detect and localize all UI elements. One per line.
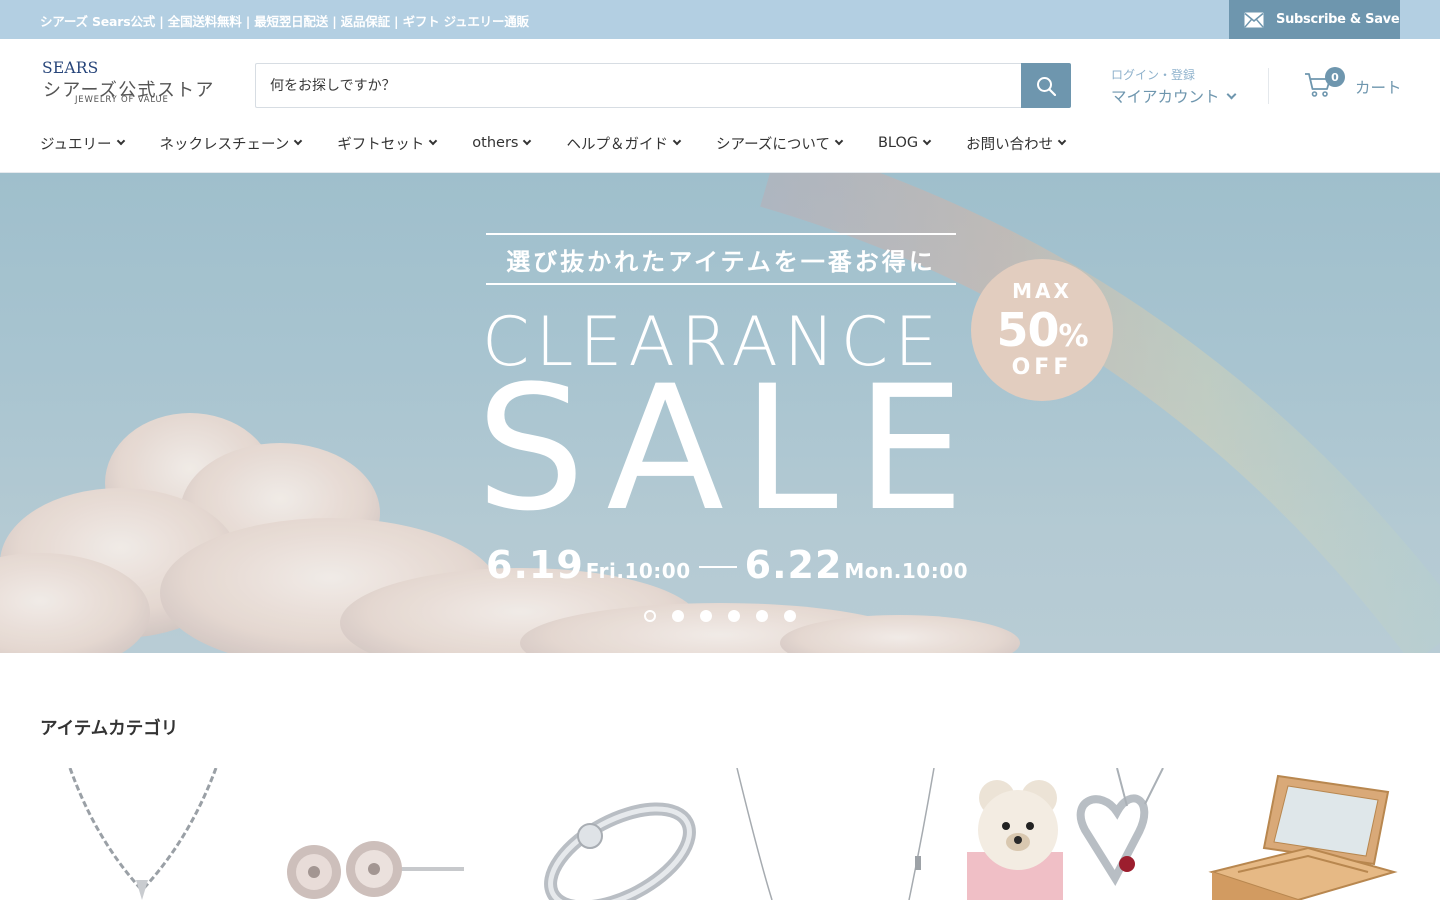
logo-brand: SEARS xyxy=(42,59,99,77)
slide-dot[interactable] xyxy=(784,610,796,622)
nav-label: ギフトセット xyxy=(337,136,425,153)
chevron-down-icon xyxy=(116,136,125,146)
badge-percent-value: 50 xyxy=(996,303,1059,357)
search-button[interactable] xyxy=(1021,63,1071,108)
date-separator xyxy=(698,566,737,568)
nav-item-jewelry[interactable]: ジュエリー xyxy=(40,130,125,156)
chevron-down-icon xyxy=(922,136,932,146)
slide-dot[interactable] xyxy=(728,610,740,622)
nav-item-gift-set[interactable]: ギフトセット xyxy=(337,130,438,156)
main-nav: ジュエリー ネックレスチェーン ギフトセット others ヘルプ＆ガイド シア… xyxy=(40,130,1101,156)
nav-label: お問い合わせ xyxy=(966,136,1054,153)
end-time: Mon.10:00 xyxy=(844,559,969,583)
search-input[interactable] xyxy=(255,63,1022,108)
mail-icon xyxy=(1244,12,1264,27)
chevron-down-icon xyxy=(294,136,303,146)
slide-dot[interactable] xyxy=(756,610,768,622)
nav-label: BLOG xyxy=(877,135,919,151)
cart-label: カート xyxy=(1355,79,1402,97)
announcement-bar: シアーズ Sears公式 | 全国送料無料 | 最短翌日配送 | 返品保証 | … xyxy=(0,0,1440,39)
subscribe-label: Subscribe & Save xyxy=(1276,12,1400,27)
category-earrings[interactable] xyxy=(276,768,478,900)
nav-item-blog[interactable]: BLOG xyxy=(877,130,932,156)
start-date: 6.19 xyxy=(486,543,584,587)
chevron-down-icon xyxy=(834,136,844,146)
category-jewelry-box[interactable] xyxy=(1198,768,1400,900)
hero-sale: SALE xyxy=(476,348,983,549)
earrings-image xyxy=(287,841,464,899)
start-time: Fri.10:00 xyxy=(585,559,691,583)
hero-tagline-text: 選び抜かれたアイテムを一番お得に xyxy=(506,247,936,276)
hero-dates: 6.19 Fri.10:00 6.22 Mon.10:00 xyxy=(486,543,968,587)
login-register-link[interactable]: ログイン・登録 xyxy=(1111,66,1195,83)
chevron-down-icon xyxy=(672,136,682,146)
nav-item-contact[interactable]: お問い合わせ xyxy=(966,130,1067,156)
announcement-text: シアーズ Sears公式 | 全国送料無料 | 最短翌日配送 | 返品保証 | … xyxy=(40,14,529,29)
nav-label: ヘルプ＆ガイド xyxy=(566,136,668,153)
hero-tagline: 選び抜かれたアイテムを一番お得に xyxy=(486,233,956,285)
nav-item-necklace-chain[interactable]: ネックレスチェーン xyxy=(159,130,303,156)
nav-label: シアーズについて xyxy=(715,136,830,153)
jewelry-box-image xyxy=(1208,774,1398,900)
cart-count-badge: 0 xyxy=(1325,67,1345,87)
slide-dot[interactable] xyxy=(700,610,712,622)
search-bar xyxy=(255,63,1071,108)
nav-label: ネックレスチェーン xyxy=(159,136,290,153)
category-ring[interactable] xyxy=(512,768,714,900)
chevron-down-icon xyxy=(429,136,438,146)
slideshow-dots xyxy=(644,610,812,622)
chevron-down-icon xyxy=(1226,89,1236,99)
gift-set-image xyxy=(967,768,1164,900)
ring-image xyxy=(544,802,696,900)
category-gift-set[interactable] xyxy=(967,768,1169,900)
nav-item-help-guide[interactable]: ヘルプ＆ガイド xyxy=(566,130,682,156)
nav-item-others[interactable]: others xyxy=(472,130,532,156)
store-logo[interactable]: SEARS シアーズ公式ストア JEWELRY OF VALUE xyxy=(41,59,221,109)
nav-label: ジュエリー xyxy=(40,136,112,153)
chevron-down-icon xyxy=(523,136,532,146)
slide-dot[interactable] xyxy=(672,610,684,622)
hero-slideshow[interactable]: 選び抜かれたアイテムを一番お得に CLEARANCE SALE 6.19 Fri… xyxy=(0,173,1440,653)
end-date: 6.22 xyxy=(744,543,843,587)
badge-off: OFF xyxy=(1011,355,1073,380)
chain-image xyxy=(736,768,935,900)
header-divider xyxy=(1268,68,1269,104)
category-section-title: アイテムカテゴリ xyxy=(40,719,179,739)
category-necklace[interactable] xyxy=(40,768,242,900)
badge-percent-sign: % xyxy=(1058,319,1088,354)
chevron-down-icon xyxy=(1057,136,1067,146)
slide-dot[interactable] xyxy=(644,610,656,622)
subscribe-button[interactable]: Subscribe & Save xyxy=(1229,0,1400,39)
logo-tagline: JEWELRY OF VALUE xyxy=(75,95,169,105)
nav-label: others xyxy=(472,135,519,151)
discount-badge: MAX 50% OFF xyxy=(971,259,1113,401)
category-chain[interactable] xyxy=(734,768,936,900)
nav-item-about[interactable]: シアーズについて xyxy=(715,130,844,156)
account-menu[interactable]: ログイン・登録 マイアカウント xyxy=(1111,66,1241,106)
search-icon xyxy=(1037,76,1056,96)
cart-button[interactable]: 0 カート xyxy=(1304,67,1404,104)
necklace-image xyxy=(68,768,218,900)
badge-max: MAX xyxy=(1012,279,1072,303)
my-account-label: マイアカウント xyxy=(1111,88,1220,106)
my-account-toggle[interactable]: マイアカウント xyxy=(1111,85,1236,107)
badge-percent: 50% xyxy=(971,303,1113,357)
